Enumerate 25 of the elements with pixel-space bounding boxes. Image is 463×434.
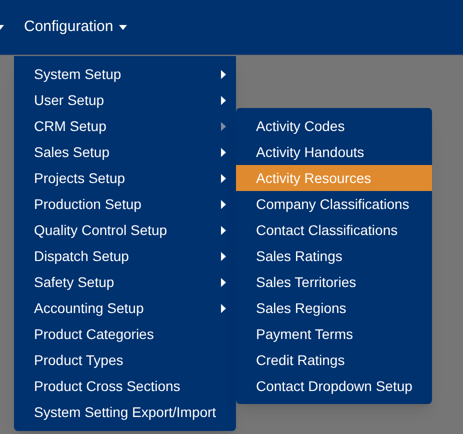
submenu-item[interactable]: Sales Ratings — [236, 243, 432, 269]
menu-item[interactable]: Sales Setup — [14, 139, 236, 165]
submenu-item[interactable]: Company Classifications — [236, 191, 432, 217]
submenu-item[interactable]: Payment Terms — [236, 321, 432, 347]
menu-item[interactable]: System Setup — [14, 61, 236, 87]
menu-item[interactable]: Projects Setup — [14, 165, 236, 191]
submenu-item[interactable]: Sales Territories — [236, 269, 432, 295]
menu-item[interactable]: Production Setup — [14, 191, 236, 217]
submenu-item[interactable]: Activity Codes — [236, 113, 432, 139]
menu-item[interactable]: Accounting Setup — [14, 295, 236, 321]
caret-icon — [119, 24, 128, 30]
submenu-item[interactable]: Sales Regions — [236, 295, 432, 321]
submenu-item[interactable]: Activity Handouts — [236, 139, 432, 165]
submenu-item[interactable]: Contact Dropdown Setup — [236, 373, 432, 399]
menu-item[interactable]: System Setting Export/Import — [14, 399, 236, 425]
menu-item[interactable]: User Setup — [14, 87, 236, 113]
menu-item[interactable]: Product Categories — [14, 321, 236, 347]
menu-item[interactable]: Product Cross Sections — [14, 373, 236, 399]
menu-item[interactable]: CRM Setup — [14, 113, 236, 139]
menu-item[interactable]: Safety Setup — [14, 269, 236, 295]
submenu-item[interactable]: Credit Ratings — [236, 347, 432, 373]
menu-item[interactable]: Product Types — [14, 347, 236, 373]
menu-item[interactable]: Quality Control Setup — [14, 217, 236, 243]
submenu-item[interactable]: Contact Classifications — [236, 217, 432, 243]
menu-item[interactable]: Dispatch Setup — [14, 243, 236, 269]
